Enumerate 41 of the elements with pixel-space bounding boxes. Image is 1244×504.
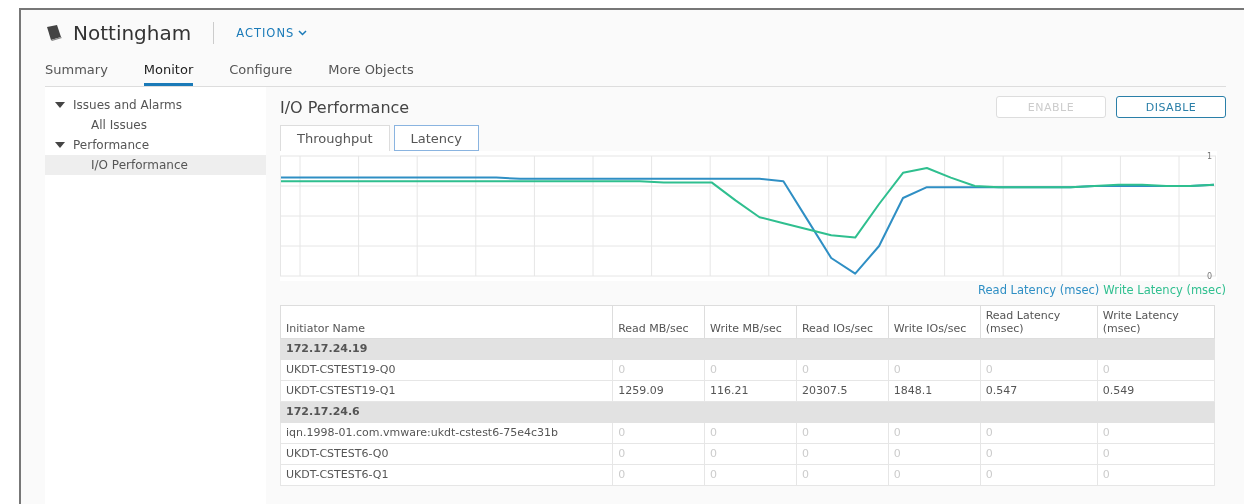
actions-menu[interactable]: ACTIONS xyxy=(236,26,308,40)
table-cell: UKDT-CSTEST19-Q1 xyxy=(280,380,613,402)
tree-item[interactable]: All Issues xyxy=(45,115,266,135)
table-cell: 116.21 xyxy=(704,380,797,402)
chevron-down-icon xyxy=(298,30,308,36)
table-cell: UKDT-CSTEST6-Q0 xyxy=(280,443,613,465)
group-row: 172.17.24.6 xyxy=(280,401,1215,423)
tree-item[interactable]: Performance xyxy=(45,135,266,155)
column-header: Read Latency (msec) xyxy=(980,305,1098,339)
table-cell: 1848.1 xyxy=(888,380,981,402)
column-header: Write Latency (msec) xyxy=(1097,305,1215,339)
action-button[interactable]: DISABLE xyxy=(1116,96,1226,118)
nav-tab[interactable]: More Objects xyxy=(328,62,414,86)
group-row: 172.17.24.19 xyxy=(280,338,1215,360)
table-cell: 20307.5 xyxy=(796,380,889,402)
caret-down-icon[interactable] xyxy=(55,142,65,148)
page-title: Nottingham xyxy=(73,21,192,45)
tree-item[interactable]: Issues and Alarms xyxy=(45,95,266,115)
column-header: Write IOs/sec xyxy=(888,305,981,339)
axis-tick-label: 1 xyxy=(1206,151,1212,161)
nav-tab[interactable]: Summary xyxy=(45,62,108,86)
section-title: I/O Performance xyxy=(280,97,410,117)
table-cell: UKDT-CSTEST6-Q1 xyxy=(280,464,613,486)
table-cell: 0.549 xyxy=(1097,380,1215,402)
column-header: Initiator Name xyxy=(280,305,613,339)
column-header: Write MB/sec xyxy=(704,305,797,339)
table-cell: 0.547 xyxy=(980,380,1098,402)
table-cell: 1259.09 xyxy=(612,380,705,402)
table-cell: iqn.1998-01.com.vmware:ukdt-cstest6-75e4c31b xyxy=(280,422,613,444)
chart-tab[interactable]: Throughput xyxy=(280,125,390,151)
column-header: Read MB/sec xyxy=(612,305,705,339)
tree-item[interactable]: I/O Performance xyxy=(45,155,266,175)
axis-tick-label: 0 xyxy=(1206,271,1212,281)
column-header: Read IOs/sec xyxy=(796,305,889,339)
table-cell: UKDT-CSTEST19-Q0 xyxy=(280,359,613,381)
datacenter-icon xyxy=(45,25,63,41)
nav-tab[interactable]: Configure xyxy=(229,62,293,86)
legend-item: Write Latency (msec) xyxy=(1103,283,1226,297)
caret-down-icon[interactable] xyxy=(55,102,65,108)
legend-item: Read Latency (msec) xyxy=(978,283,1100,297)
chart-tab[interactable]: Latency xyxy=(393,125,479,151)
